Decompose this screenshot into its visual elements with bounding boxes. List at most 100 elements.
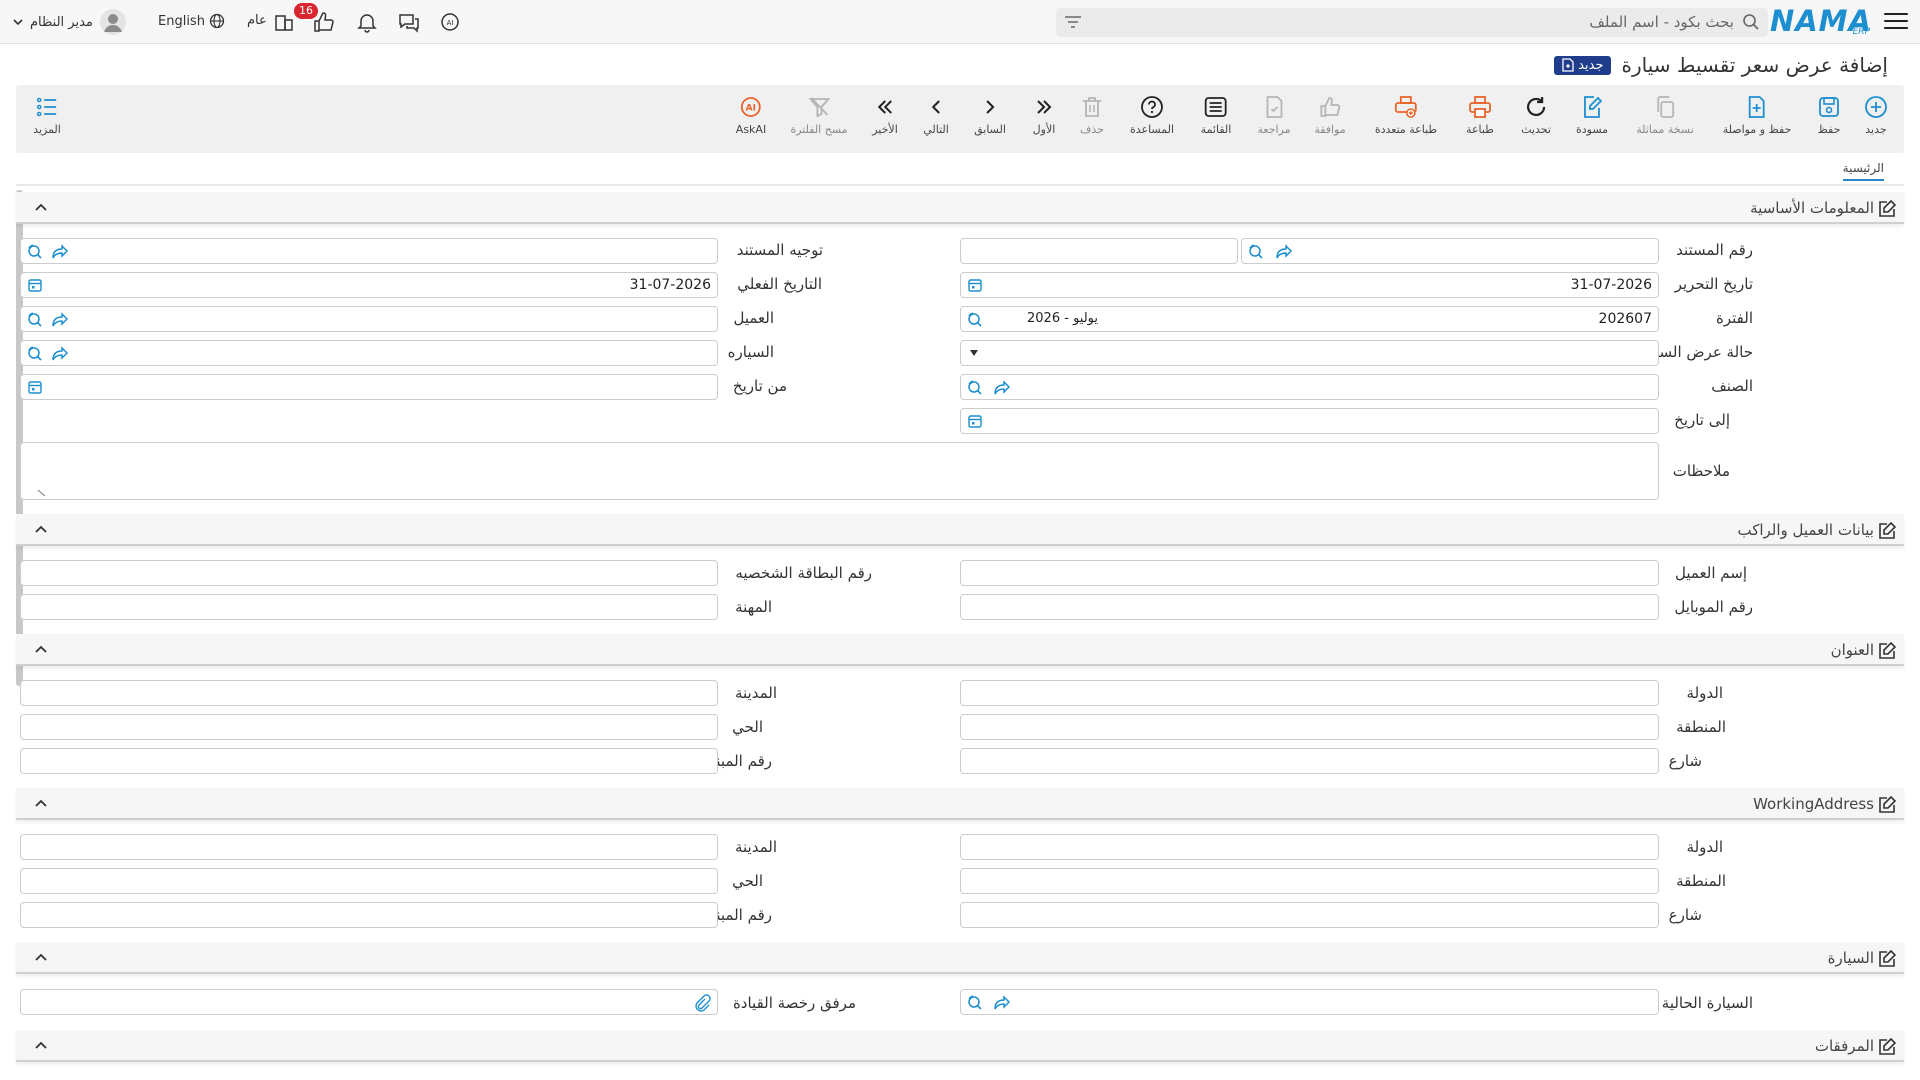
review-button[interactable]: مراجعة	[1257, 95, 1291, 136]
work-country-field[interactable]	[960, 834, 1659, 860]
new-button[interactable]: جديد	[1864, 95, 1888, 136]
mobile-field[interactable]	[960, 594, 1659, 620]
open-link-icon[interactable]	[993, 994, 1011, 1012]
edit-date-field[interactable]: 31-07-2026	[960, 272, 1659, 298]
customer-field[interactable]	[20, 306, 718, 332]
list-button[interactable]: القائمة	[1201, 95, 1231, 136]
work-city-field[interactable]	[20, 834, 718, 860]
paperclip-icon[interactable]	[693, 994, 711, 1012]
edit-icon[interactable]	[1878, 950, 1896, 968]
section-address[interactable]: العنوان	[16, 634, 1904, 666]
car-field[interactable]	[20, 340, 718, 366]
id-number-field[interactable]	[20, 560, 718, 586]
chevron-up-icon[interactable]	[34, 798, 48, 808]
lookup-search-icon[interactable]	[966, 379, 984, 397]
global-search-input[interactable]: بحث بكود - اسم الملف	[1056, 8, 1768, 37]
lookup-search-icon[interactable]	[26, 311, 44, 329]
help-button[interactable]: المساعدة	[1130, 95, 1174, 136]
multi-print-button[interactable]: طباعة متعددة	[1375, 95, 1437, 136]
quote-status-select[interactable]	[960, 340, 1659, 366]
edit-icon[interactable]	[1878, 200, 1896, 218]
refresh-button[interactable]: تحديث	[1521, 95, 1551, 136]
to-date-field[interactable]	[960, 408, 1659, 434]
section-car[interactable]: السيارة	[16, 942, 1904, 974]
notes-textarea[interactable]	[20, 442, 1659, 500]
edit-icon[interactable]	[1878, 522, 1896, 540]
edit-icon[interactable]	[1878, 796, 1896, 814]
period-field[interactable]: 202607 2026 - يوليو	[960, 306, 1659, 332]
first-button[interactable]: الأول	[1032, 95, 1056, 136]
save-continue-button[interactable]: حفظ و مواصلة	[1723, 95, 1791, 136]
previous-button[interactable]: السابق	[974, 95, 1006, 136]
edit-icon[interactable]	[1878, 1038, 1896, 1056]
delete-button[interactable]: حذف	[1080, 95, 1104, 136]
section-working-address[interactable]: WorkingAddress	[16, 788, 1904, 820]
calendar-icon[interactable]	[27, 277, 43, 293]
clear-filter-button[interactable]: مسح الفلترة	[790, 95, 848, 136]
lookup-search-icon[interactable]	[966, 994, 984, 1012]
current-car-field[interactable]	[960, 989, 1659, 1015]
more-button[interactable]: المزيد	[33, 95, 61, 136]
user-menu[interactable]: مدير النظام	[12, 8, 127, 36]
bell-icon[interactable]	[355, 10, 379, 34]
approve-button[interactable]: موافقة	[1314, 95, 1346, 136]
copy-button[interactable]: نسخة مماثلة	[1636, 95, 1694, 136]
askai-button[interactable]: AI AskAI	[736, 95, 766, 136]
chevron-up-icon[interactable]	[34, 644, 48, 654]
profession-field[interactable]	[20, 594, 718, 620]
work-district-field[interactable]	[20, 868, 718, 894]
open-link-icon[interactable]	[1275, 243, 1293, 261]
address-district-field[interactable]	[20, 714, 718, 740]
ai-chat-icon[interactable]: AI	[438, 10, 462, 34]
work-region-field[interactable]	[960, 868, 1659, 894]
lookup-search-icon[interactable]	[1247, 243, 1265, 261]
print-button[interactable]: طباعة	[1466, 95, 1494, 136]
address-region-field[interactable]	[960, 714, 1659, 740]
from-date-field[interactable]	[20, 374, 718, 400]
chevron-up-icon[interactable]	[34, 1040, 48, 1050]
edit-icon[interactable]	[1878, 642, 1896, 660]
license-attachment-field[interactable]	[20, 989, 718, 1015]
open-link-icon[interactable]	[993, 379, 1011, 397]
open-link-icon[interactable]	[51, 243, 69, 261]
save-button[interactable]: حفظ	[1817, 95, 1841, 136]
address-building-field[interactable]	[20, 748, 718, 774]
section-customer-rider[interactable]: بيانات العميل والراكب	[16, 514, 1904, 546]
branch-icon[interactable]	[272, 10, 296, 34]
next-button[interactable]: التالي	[923, 95, 949, 136]
work-building-field[interactable]	[20, 902, 718, 928]
section-attachments[interactable]: المرفقات	[16, 1030, 1904, 1062]
draft-button[interactable]: مسودة	[1576, 95, 1608, 136]
calendar-icon[interactable]	[27, 379, 43, 395]
work-street-field[interactable]	[960, 902, 1659, 928]
nama-logo[interactable]: NAMA ERP	[1770, 2, 1872, 40]
menu-icon[interactable]	[1884, 10, 1908, 32]
lookup-search-icon[interactable]	[26, 243, 44, 261]
actual-date-field[interactable]: 31-07-2026	[20, 272, 718, 298]
section-basic-info[interactable]: المعلومات الأساسية	[16, 192, 1904, 224]
open-link-icon[interactable]	[51, 345, 69, 363]
doc-number-extra-field[interactable]	[960, 238, 1238, 264]
calendar-icon[interactable]	[967, 277, 983, 293]
item-field[interactable]	[960, 374, 1659, 400]
lookup-search-icon[interactable]	[966, 311, 984, 329]
tab-main[interactable]: الرئيسية	[1842, 161, 1884, 181]
messages-icon[interactable]	[397, 10, 421, 34]
resize-handle-icon[interactable]	[37, 489, 47, 497]
chevron-up-icon[interactable]	[34, 202, 48, 212]
calendar-icon[interactable]	[967, 413, 983, 429]
doc-routing-field[interactable]	[20, 238, 718, 264]
open-link-icon[interactable]	[51, 311, 69, 329]
address-street-field[interactable]	[960, 748, 1659, 774]
address-country-field[interactable]	[960, 680, 1659, 706]
address-city-field[interactable]	[20, 680, 718, 706]
lookup-search-icon[interactable]	[26, 345, 44, 363]
filter-icon[interactable]	[1064, 15, 1082, 29]
chevron-up-icon[interactable]	[34, 524, 48, 534]
branch-label[interactable]: عام	[247, 13, 267, 28]
chevron-up-icon[interactable]	[34, 952, 48, 962]
doc-number-field[interactable]	[1241, 238, 1659, 264]
language-switch[interactable]: English	[158, 13, 225, 29]
customer-name-field[interactable]	[960, 560, 1659, 586]
last-button[interactable]: الأخير	[872, 95, 898, 136]
